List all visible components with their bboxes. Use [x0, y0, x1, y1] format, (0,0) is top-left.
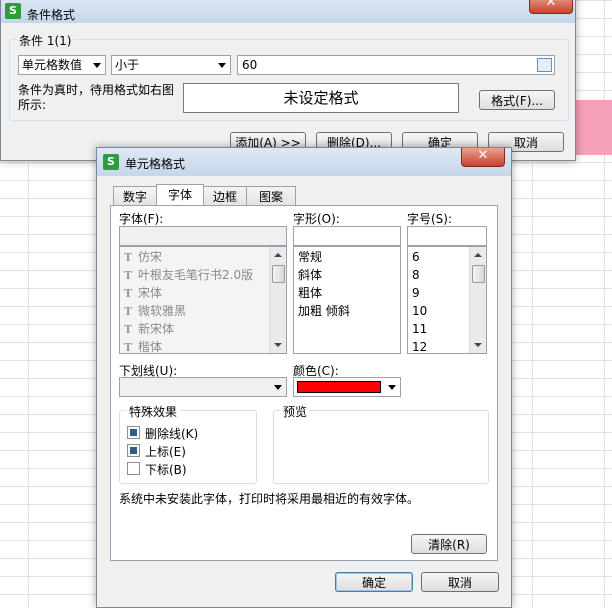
tab-number[interactable]: 数字: [113, 186, 157, 206]
chevron-down-icon: [93, 63, 101, 68]
list-item[interactable]: 粗体: [298, 284, 322, 302]
scroll-up-icon[interactable]: [474, 253, 482, 257]
font-missing-note: 系统中未安装此字体，打印时将采用最相近的有效字体。: [119, 492, 420, 506]
conditional-format-titlebar[interactable]: S 条件格式 ✕: [1, 0, 575, 23]
list-item[interactable]: 6: [412, 248, 420, 266]
font-size-list[interactable]: 6 8 9 10 11 12: [407, 246, 487, 354]
condition-group-label: 条件 1(1): [16, 32, 75, 49]
subscript-checkbox[interactable]: [127, 462, 140, 475]
list-item[interactable]: 斜体: [298, 266, 322, 284]
superscript-checkbox[interactable]: [127, 444, 140, 457]
truetype-icon: T: [124, 287, 133, 300]
color-swatch: [297, 381, 381, 393]
underline-select[interactable]: [119, 377, 287, 397]
condition-operator-select[interactable]: 小于: [111, 55, 231, 75]
font-name-input[interactable]: [119, 226, 287, 246]
font-style-input[interactable]: [293, 226, 401, 246]
preview-description: 条件为真时，待用格式如右图所示:: [18, 83, 175, 112]
list-item[interactable]: T 宋体: [124, 284, 162, 302]
strikethrough-label[interactable]: 删除线(K): [145, 425, 198, 442]
dialog-title: 单元格格式: [125, 157, 186, 171]
font-list-scrollbar[interactable]: [269, 247, 286, 353]
scroll-up-icon[interactable]: [274, 253, 282, 257]
font-size-input[interactable]: [407, 226, 487, 246]
effects-label: 特殊效果: [126, 403, 181, 420]
font-style-list[interactable]: 常规 斜体 粗体 加粗 倾斜: [293, 246, 401, 354]
tab-bar: 数字 字体 边框 图案: [113, 184, 503, 206]
chevron-down-icon: [274, 385, 282, 390]
scroll-thumb[interactable]: [272, 265, 285, 283]
strikethrough-checkbox[interactable]: [127, 426, 140, 439]
tab-font[interactable]: 字体: [156, 184, 204, 206]
size-label: 字号(S):: [407, 212, 453, 226]
condition-operator-value: 小于: [115, 58, 140, 72]
tab-pattern[interactable]: 图案: [246, 186, 296, 206]
condition-value: 60: [242, 58, 258, 72]
format-button[interactable]: 格式(F)...: [479, 90, 555, 110]
condition-type-value: 单元格数值: [22, 58, 83, 72]
list-item[interactable]: 10: [412, 302, 427, 320]
condition-type-select[interactable]: 单元格数值: [18, 55, 106, 75]
chevron-down-icon: [388, 385, 396, 390]
list-item[interactable]: 常规: [298, 248, 322, 266]
list-item[interactable]: 12: [412, 338, 427, 353]
list-item[interactable]: T 微软雅黑: [124, 302, 186, 320]
truetype-icon: T: [124, 305, 133, 318]
font-list[interactable]: T 仿宋 T 叶根友毛笔行书2.0版 T 宋体 T 微软雅黑 T 新宋体 T 楷体: [119, 246, 287, 354]
cell-format-titlebar[interactable]: S 单元格格式 ✕: [97, 148, 511, 176]
subscript-label[interactable]: 下标(B): [145, 461, 187, 478]
close-icon[interactable]: ✕: [461, 148, 505, 167]
preview-group: 预览: [273, 403, 489, 484]
cell-format-dialog: S 单元格格式 ✕ 数字 字体 边框 图案 字体(F): T 仿宋 T 叶根友毛笔行…: [96, 147, 512, 608]
truetype-icon: T: [124, 341, 133, 354]
format-preview-text: 未设定格式: [283, 89, 359, 107]
scroll-thumb[interactable]: [472, 265, 485, 283]
app-icon: S: [5, 3, 21, 19]
conditional-format-dialog: S 条件格式 ✕ 条件 1(1) 单元格数值 小于 60 条件为真时，待用格式如…: [0, 0, 576, 161]
truetype-icon: T: [124, 251, 133, 264]
list-item[interactable]: 9: [412, 284, 420, 302]
cell-cancel-button[interactable]: 取消: [421, 572, 499, 592]
list-item[interactable]: T 楷体: [124, 338, 162, 354]
list-item[interactable]: T 仿宋: [124, 248, 162, 266]
list-item[interactable]: T 新宋体: [124, 320, 174, 338]
close-icon[interactable]: ✕: [529, 0, 573, 14]
cell-ok-button[interactable]: 确定: [335, 572, 413, 592]
scroll-down-icon[interactable]: [474, 343, 482, 347]
style-label: 字形(O):: [293, 212, 340, 226]
condition-value-input[interactable]: 60: [237, 55, 555, 75]
list-item[interactable]: T 叶根友毛笔行书2.0版: [124, 266, 253, 284]
clear-button[interactable]: 清除(R): [411, 534, 487, 554]
list-item[interactable]: 11: [412, 320, 427, 338]
preview-label: 预览: [280, 403, 311, 420]
list-item[interactable]: 加粗 倾斜: [298, 302, 350, 320]
truetype-icon: T: [124, 269, 133, 282]
app-icon: S: [103, 154, 119, 170]
color-select[interactable]: [293, 377, 401, 397]
superscript-label[interactable]: 上标(E): [145, 443, 186, 460]
size-list-scrollbar[interactable]: [469, 247, 486, 353]
truetype-icon: T: [124, 323, 133, 336]
font-label: 字体(F):: [119, 212, 164, 226]
format-preview-box: 未设定格式: [183, 83, 459, 113]
tab-border[interactable]: 边框: [203, 186, 247, 206]
range-picker-icon[interactable]: [537, 58, 552, 72]
chevron-down-icon: [218, 63, 226, 68]
scroll-down-icon[interactable]: [274, 343, 282, 347]
dialog-title: 条件格式: [27, 8, 76, 22]
list-item[interactable]: 8: [412, 266, 420, 284]
